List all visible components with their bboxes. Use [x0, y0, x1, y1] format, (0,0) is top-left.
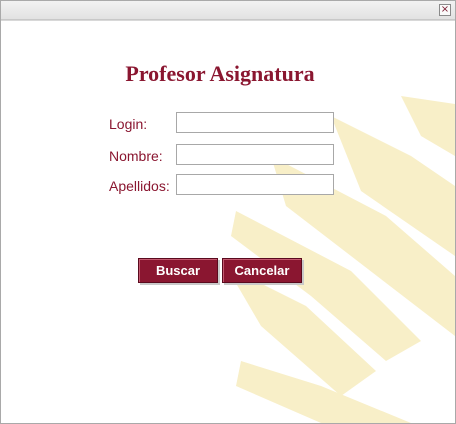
login-label: Login:	[109, 116, 148, 132]
nombre-label: Nombre:	[109, 148, 163, 164]
search-button[interactable]: Buscar	[138, 258, 218, 283]
login-field[interactable]	[176, 112, 334, 133]
dialog-window: × Profesor Asignatura Login: Nombre: Ape…	[0, 0, 456, 424]
title-bar: ×	[1, 1, 455, 20]
cancel-button[interactable]: Cancelar	[222, 258, 302, 283]
page-title: Profesor Asignatura	[125, 61, 315, 86]
apellidos-field[interactable]	[176, 174, 334, 195]
apellidos-label: Apellidos:	[109, 178, 170, 194]
close-icon[interactable]: ×	[439, 4, 451, 16]
nombre-field[interactable]	[176, 144, 334, 165]
